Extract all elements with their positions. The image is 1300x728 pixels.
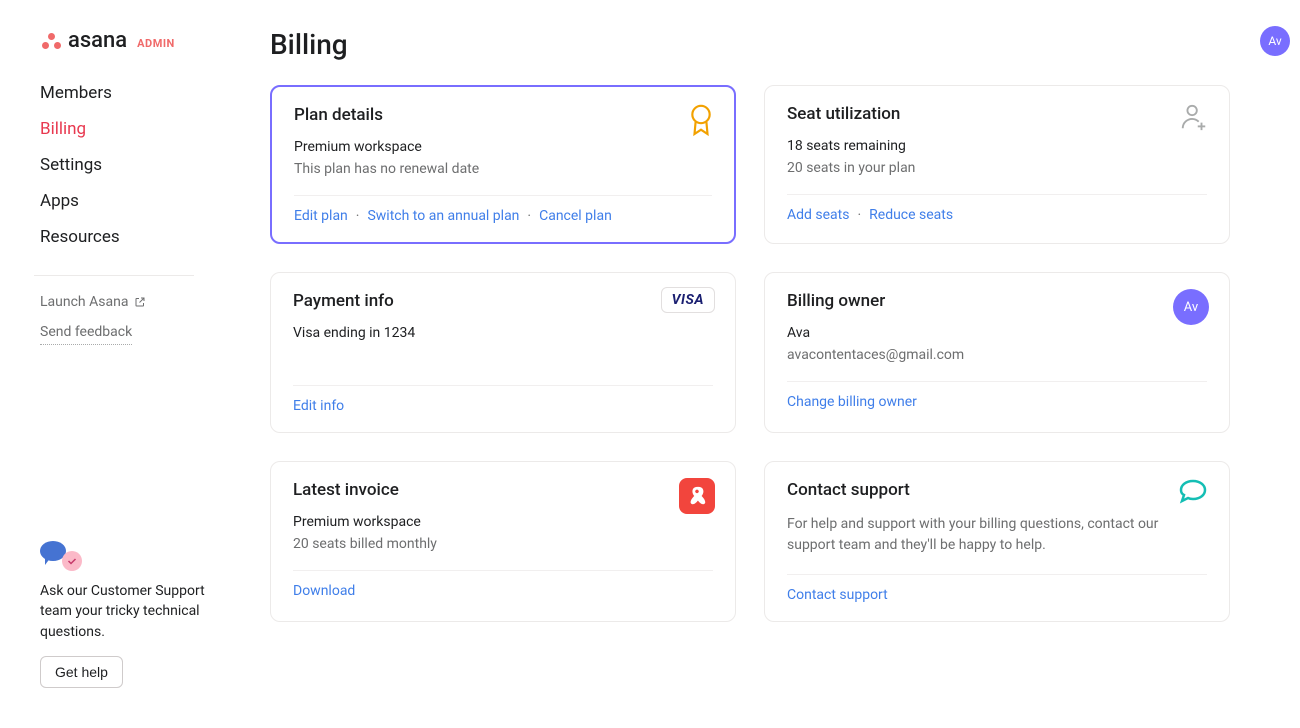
visa-badge-text: VISA [661, 287, 715, 313]
speech-bubble-icon [1177, 478, 1209, 510]
invoice-seats: 20 seats billed monthly [293, 536, 713, 552]
user-avatar[interactable]: Av [1260, 26, 1290, 56]
ribbon-icon [688, 103, 714, 143]
download-invoice-link[interactable]: Download [293, 583, 355, 599]
launch-asana-link[interactable]: Launch Asana [40, 290, 240, 314]
person-add-icon [1179, 102, 1209, 136]
plan-details-card: Plan details Premium workspace This plan… [270, 85, 736, 244]
contact-support-title: Contact support [787, 480, 1207, 500]
check-circle-icon [62, 551, 82, 571]
sidebar-nav: Members Billing Settings Apps Resources [40, 75, 240, 255]
sidebar-item-apps[interactable]: Apps [40, 183, 240, 219]
cancel-plan-link[interactable]: Cancel plan [539, 208, 612, 224]
sidebar-item-settings[interactable]: Settings [40, 147, 240, 183]
edit-payment-link[interactable]: Edit info [293, 398, 344, 414]
send-feedback-link[interactable]: Send feedback [40, 320, 132, 345]
edit-plan-link[interactable]: Edit plan [294, 208, 348, 224]
billing-owner-email: avacontentaces@gmail.com [787, 347, 1207, 363]
pdf-icon [679, 478, 715, 514]
latest-invoice-card: Latest invoice Premium workspace 20 seat… [270, 461, 736, 622]
sidebar-item-members[interactable]: Members [40, 75, 240, 111]
sidebar: asana ADMIN Members Billing Settings App… [0, 0, 240, 728]
plan-details-title: Plan details [294, 105, 712, 125]
sidebar-item-resources[interactable]: Resources [40, 219, 240, 255]
seats-remaining: 18 seats remaining [787, 138, 1207, 154]
billing-owner-name: Ava [787, 325, 1207, 341]
seat-utilization-card: Seat utilization 18 seats remaining 20 s… [764, 85, 1230, 244]
switch-annual-link[interactable]: Switch to an annual plan [367, 208, 519, 224]
support-promo: Ask our Customer Support team your trick… [40, 541, 240, 688]
brand-tag: ADMIN [137, 37, 175, 50]
sidebar-divider [34, 275, 194, 276]
invoice-plan: Premium workspace [293, 514, 713, 530]
brand-logo: asana ADMIN [40, 28, 240, 53]
payment-info-card: VISA Payment info Visa ending in 1234 Ed… [270, 272, 736, 433]
billing-cards-grid: Plan details Premium workspace This plan… [270, 85, 1230, 622]
contact-support-link[interactable]: Contact support [787, 587, 888, 603]
visa-badge: VISA [661, 289, 715, 308]
payment-card-summary: Visa ending in 1234 [293, 325, 713, 341]
billing-owner-title: Billing owner [787, 291, 1207, 311]
asana-logo-icon [40, 30, 62, 52]
reduce-seats-link[interactable]: Reduce seats [869, 207, 953, 223]
seat-utilization-title: Seat utilization [787, 104, 1207, 124]
add-seats-link[interactable]: Add seats [787, 207, 849, 223]
owner-avatar-initials: Av [1173, 289, 1209, 325]
support-promo-text: Ask our Customer Support team your trick… [40, 581, 210, 642]
get-help-button[interactable]: Get help [40, 656, 123, 688]
billing-owner-card: Av Billing owner Ava avacontentaces@gmai… [764, 272, 1230, 433]
latest-invoice-title: Latest invoice [293, 480, 713, 500]
change-billing-owner-link[interactable]: Change billing owner [787, 394, 917, 410]
main-content: Av Billing Plan details Premium workspac… [240, 0, 1300, 728]
payment-info-title: Payment info [293, 291, 713, 311]
page-title: Billing [270, 28, 1260, 61]
owner-avatar-icon: Av [1173, 289, 1209, 325]
contact-support-card: Contact support For help and support wit… [764, 461, 1230, 622]
support-promo-icon [40, 541, 90, 571]
launch-asana-label: Launch Asana [40, 294, 128, 310]
seats-in-plan: 20 seats in your plan [787, 160, 1207, 176]
brand-name: asana [68, 28, 127, 53]
plan-details-renewal: This plan has no renewal date [294, 161, 712, 177]
external-link-icon [134, 296, 146, 308]
contact-support-body: For help and support with your billing q… [787, 514, 1207, 556]
sidebar-item-billing[interactable]: Billing [40, 111, 240, 147]
plan-details-type: Premium workspace [294, 139, 712, 155]
